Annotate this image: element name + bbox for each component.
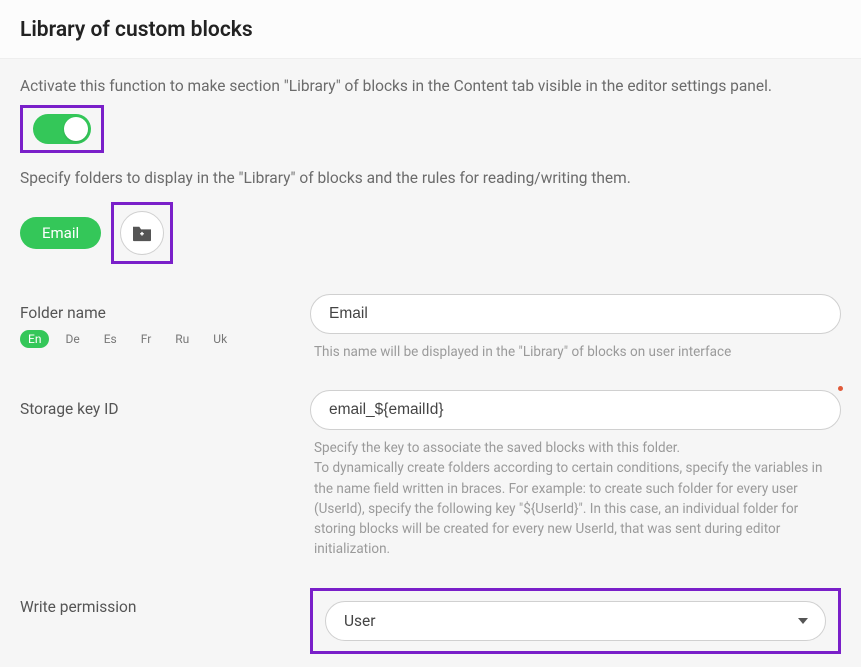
folder-name-row: Folder name En De Es Fr Ru Uk This name … xyxy=(20,294,841,362)
storage-key-label: Storage key ID xyxy=(20,400,310,418)
lang-tab-fr[interactable]: Fr xyxy=(133,330,160,348)
add-folder-highlight xyxy=(111,202,173,264)
lang-tab-de[interactable]: De xyxy=(57,330,87,348)
storage-key-hint: Specify the key to associate the saved b… xyxy=(310,438,841,560)
storage-key-input[interactable] xyxy=(310,390,841,430)
folder-name-input[interactable] xyxy=(310,294,841,334)
activate-description: Activate this function to make section "… xyxy=(20,75,841,97)
lang-tab-en[interactable]: En xyxy=(20,330,49,348)
folder-chip-email[interactable]: Email xyxy=(20,217,101,249)
page-title: Library of custom blocks xyxy=(0,0,861,59)
toggle-highlight xyxy=(20,105,104,153)
lang-tab-uk[interactable]: Uk xyxy=(205,330,235,348)
add-folder-button[interactable] xyxy=(120,211,164,255)
folder-add-icon xyxy=(131,224,153,242)
toggle-thumb xyxy=(64,117,88,141)
write-permission-select[interactable]: User xyxy=(325,601,826,641)
required-indicator xyxy=(838,386,843,391)
lang-tab-es[interactable]: Es xyxy=(96,330,125,348)
folder-name-label: Folder name xyxy=(20,304,310,322)
lang-tab-ru[interactable]: Ru xyxy=(167,330,197,348)
activate-toggle[interactable] xyxy=(33,114,91,144)
lang-tabs: En De Es Fr Ru Uk xyxy=(20,330,310,348)
write-permission-label: Write permission xyxy=(20,598,310,616)
folder-name-hint: This name will be displayed in the "Libr… xyxy=(310,342,841,362)
write-permission-row: Write permission User xyxy=(20,588,841,654)
write-permission-highlight: User xyxy=(310,588,841,654)
storage-key-row: Storage key ID Specify the key to associ… xyxy=(20,390,841,560)
folders-description: Specify folders to display in the "Libra… xyxy=(20,167,841,189)
